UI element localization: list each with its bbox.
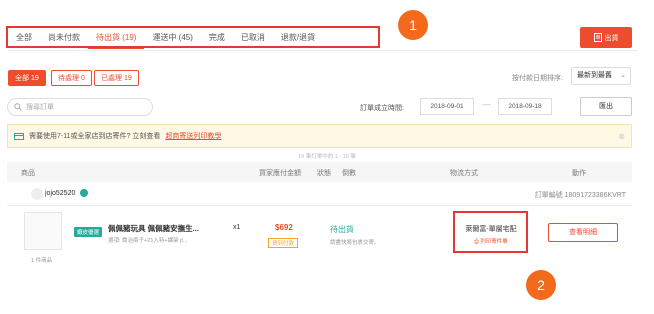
header-buyer-total: 買家應付金額 bbox=[259, 170, 301, 177]
product-variant: 選項: 喬治兩子+21入特+課架 jt... bbox=[108, 238, 188, 244]
callout-badge-1: 1 bbox=[398, 10, 428, 40]
search-placeholder: 搜尋訂單 bbox=[26, 104, 54, 111]
ship-button[interactable]: 出貨 bbox=[580, 27, 632, 48]
page-info: 19 筆訂單中的 1 - 19 筆 bbox=[298, 154, 356, 160]
items-count: 1 件商品 bbox=[31, 258, 53, 264]
date-from-input[interactable]: 2018-09-01 bbox=[420, 98, 474, 115]
product-qty: x1 bbox=[233, 224, 241, 231]
store-icon bbox=[14, 133, 24, 140]
tabs-highlight-box bbox=[6, 26, 380, 48]
tabs-divider bbox=[8, 50, 638, 51]
notice-text: 需要使用7-11或全家店到店寄件? 立刻查看 bbox=[29, 133, 161, 140]
order-buyer-row: jojo52520 訂單編號 18091723386KVRT bbox=[7, 183, 632, 206]
callout-badge-2: 2 bbox=[526, 270, 556, 300]
header-product: 商品 bbox=[21, 170, 35, 177]
avatar bbox=[31, 188, 43, 200]
header-shipping: 物流方式 bbox=[450, 170, 478, 177]
order-number: 訂單編號 18091723386KVRT bbox=[534, 192, 626, 199]
buyer-name[interactable]: jojo52520 bbox=[45, 190, 75, 197]
product-thumbnail bbox=[24, 212, 62, 250]
filter-processed[interactable]: 已處理 19 bbox=[94, 70, 139, 86]
header-countdown: 倒數 bbox=[342, 170, 356, 177]
notice-link[interactable]: 超商寄送列印教學 bbox=[165, 131, 221, 141]
close-icon[interactable]: ⊗ bbox=[618, 132, 625, 141]
header-status: 狀態 bbox=[317, 170, 331, 177]
product-name: 佩佩豬玩具 佩佩豬安撫生... bbox=[108, 224, 199, 233]
store-pickup-notice: 需要使用7-11或全家店到店寄件? 立刻查看 超商寄送列印教學 ⊗ bbox=[7, 124, 632, 148]
sort-label: 按付款日期排序: bbox=[512, 75, 563, 82]
date-separator: — bbox=[482, 99, 491, 109]
printer-icon: ⎙ bbox=[474, 239, 479, 245]
print-label-link[interactable]: ⎙ 列印寄件單 bbox=[460, 237, 522, 246]
date-to-input[interactable]: 2018-09-18 bbox=[498, 98, 552, 115]
order-price: $692 bbox=[275, 223, 293, 232]
sort-select[interactable]: 最新到最舊 ⌄ bbox=[571, 67, 631, 85]
chat-icon[interactable] bbox=[80, 189, 88, 197]
order-status: 待出貨 bbox=[330, 225, 354, 234]
filter-all[interactable]: 全部 19 bbox=[8, 70, 46, 86]
print-label-text: 列印寄件單 bbox=[480, 239, 508, 245]
payment-method-badge: 貨到付款 bbox=[268, 238, 299, 248]
ship-button-label: 出貨 bbox=[604, 34, 619, 42]
order-search-input[interactable]: 搜尋訂單 bbox=[7, 98, 153, 116]
sort-value: 最新到最舊 bbox=[577, 72, 612, 79]
filter-pending[interactable]: 待處理 0 bbox=[51, 70, 92, 86]
date-range-label: 訂單成立時間: bbox=[360, 105, 404, 112]
view-details-button[interactable]: 查看明細 bbox=[548, 223, 618, 242]
search-icon bbox=[14, 103, 22, 111]
shipping-method: 萊爾富-單層宅配 bbox=[465, 226, 517, 233]
table-header: 商品 買家應付金額 狀態 倒數 物流方式 動作 bbox=[7, 162, 632, 182]
document-icon bbox=[593, 33, 602, 42]
chevron-down-icon: ⌄ bbox=[620, 72, 626, 79]
export-button[interactable]: 匯出 bbox=[580, 97, 632, 116]
header-action: 動作 bbox=[572, 170, 586, 177]
order-status-note: 請盡快將包裹交寄。 bbox=[330, 240, 380, 246]
preferred-tag: 蝦皮優選 bbox=[74, 227, 103, 237]
